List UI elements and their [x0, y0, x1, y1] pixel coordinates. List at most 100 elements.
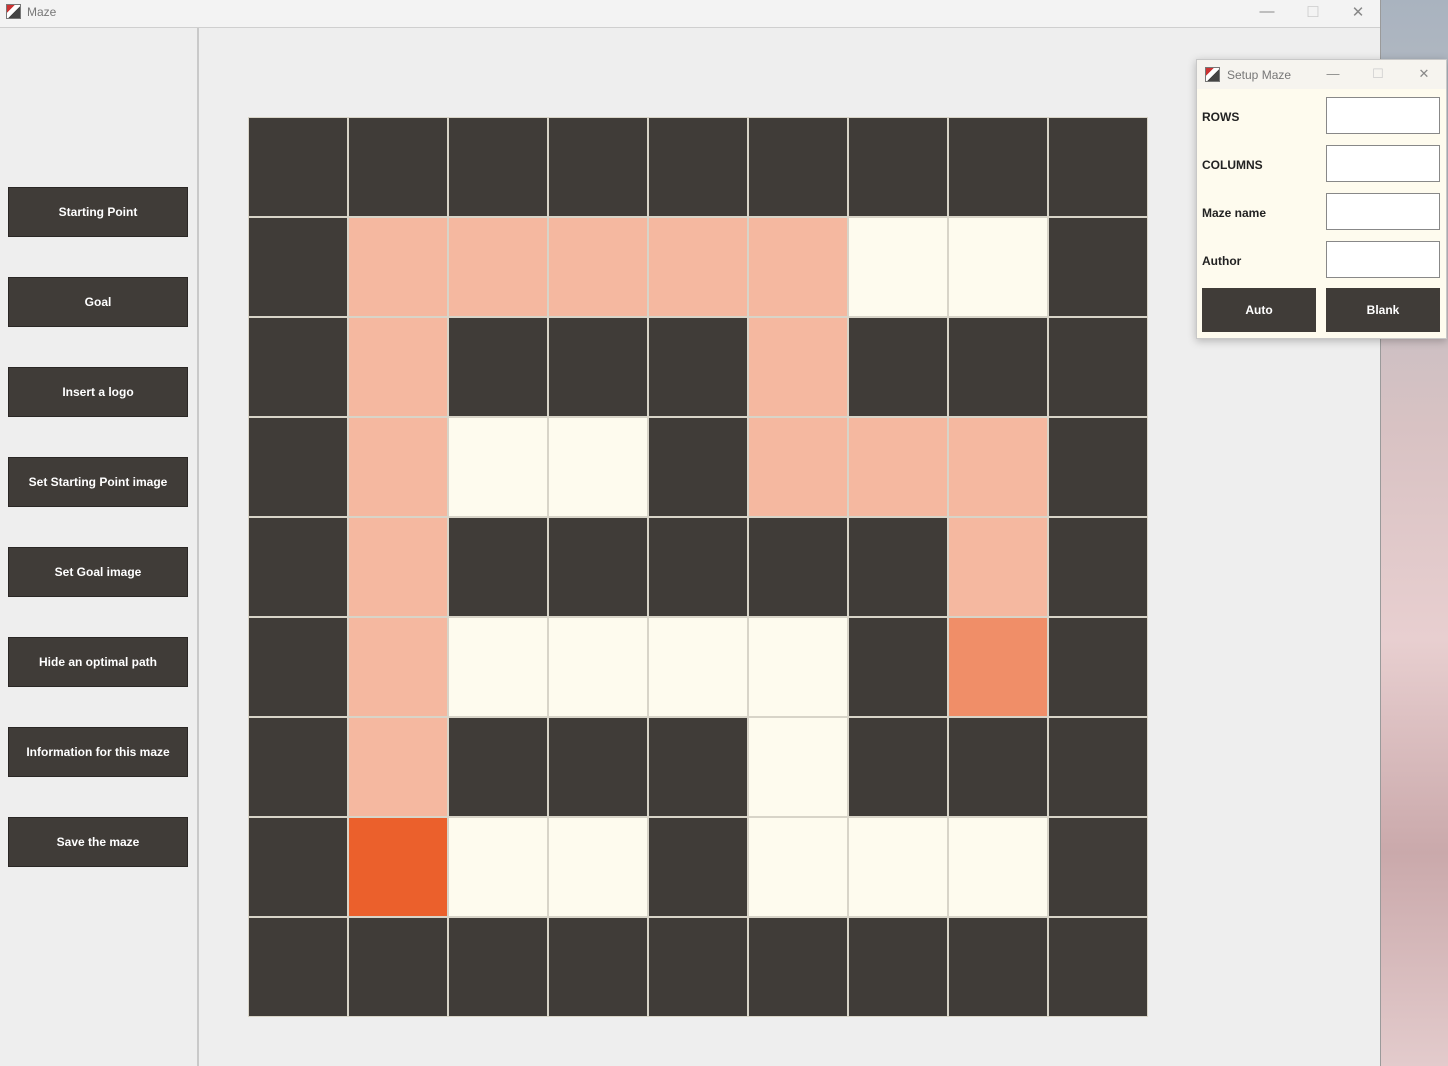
- maze-cell-path[interactable]: [348, 617, 448, 717]
- maze-cell-open[interactable]: [448, 817, 548, 917]
- maze-name-input[interactable]: [1326, 193, 1440, 230]
- maze-cell-wall[interactable]: [1048, 117, 1148, 217]
- maze-cell-wall[interactable]: [648, 517, 748, 617]
- maze-information-button[interactable]: Information for this maze: [8, 727, 188, 777]
- maze-cell-open[interactable]: [448, 617, 548, 717]
- maze-cell-path[interactable]: [748, 417, 848, 517]
- maze-cell-path[interactable]: [448, 217, 548, 317]
- maze-cell-open[interactable]: [548, 417, 648, 517]
- maze-cell-wall[interactable]: [1048, 217, 1148, 317]
- maze-cell-path[interactable]: [748, 317, 848, 417]
- maze-cell-wall[interactable]: [748, 117, 848, 217]
- goal-button[interactable]: Goal: [8, 277, 188, 327]
- maze-cell-wall[interactable]: [348, 917, 448, 1017]
- maze-cell-open[interactable]: [948, 817, 1048, 917]
- dialog-maximize-icon[interactable]: ☐: [1368, 66, 1388, 82]
- maze-cell-goal[interactable]: [948, 617, 1048, 717]
- maze-cell-wall[interactable]: [248, 617, 348, 717]
- maze-cell-open[interactable]: [748, 617, 848, 717]
- maze-cell-wall[interactable]: [1048, 617, 1148, 717]
- maze-cell-open[interactable]: [548, 617, 648, 717]
- maze-cell-wall[interactable]: [1048, 917, 1148, 1017]
- maze-cell-wall[interactable]: [248, 517, 348, 617]
- save-maze-button[interactable]: Save the maze: [8, 817, 188, 867]
- maze-cell-open[interactable]: [448, 417, 548, 517]
- maze-cell-wall[interactable]: [648, 717, 748, 817]
- maze-cell-path[interactable]: [348, 317, 448, 417]
- maze-cell-wall[interactable]: [648, 117, 748, 217]
- maze-cell-path[interactable]: [848, 417, 948, 517]
- maze-cell-wall[interactable]: [248, 317, 348, 417]
- author-input[interactable]: [1326, 241, 1440, 278]
- maze-cell-wall[interactable]: [1048, 817, 1148, 917]
- maze-cell-wall[interactable]: [548, 717, 648, 817]
- maze-cell-path[interactable]: [648, 217, 748, 317]
- maze-cell-open[interactable]: [948, 217, 1048, 317]
- maze-cell-wall[interactable]: [1048, 517, 1148, 617]
- maze-cell-wall[interactable]: [248, 117, 348, 217]
- set-starting-point-image-button[interactable]: Set Starting Point image: [8, 457, 188, 507]
- maze-cell-wall[interactable]: [648, 917, 748, 1017]
- maze-cell-wall[interactable]: [748, 517, 848, 617]
- auto-button[interactable]: Auto: [1202, 288, 1316, 332]
- maze-cell-path[interactable]: [348, 717, 448, 817]
- maze-cell-wall[interactable]: [948, 317, 1048, 417]
- maze-cell-wall[interactable]: [548, 117, 648, 217]
- maze-cell-wall[interactable]: [648, 817, 748, 917]
- maze-cell-path[interactable]: [948, 417, 1048, 517]
- maze-cell-wall[interactable]: [948, 917, 1048, 1017]
- insert-logo-button[interactable]: Insert a logo: [8, 367, 188, 417]
- maze-cell-wall[interactable]: [648, 317, 748, 417]
- maze-cell-wall[interactable]: [548, 917, 648, 1017]
- maze-cell-open[interactable]: [648, 617, 748, 717]
- maze-cell-open[interactable]: [748, 717, 848, 817]
- columns-input[interactable]: [1326, 145, 1440, 182]
- dialog-minimize-icon[interactable]: —: [1323, 66, 1343, 81]
- maze-cell-wall[interactable]: [948, 717, 1048, 817]
- minimize-icon[interactable]: —: [1257, 3, 1277, 20]
- maze-cell-wall[interactable]: [1048, 717, 1148, 817]
- maze-cell-path[interactable]: [348, 417, 448, 517]
- maze-cell-wall[interactable]: [848, 117, 948, 217]
- maze-cell-wall[interactable]: [1048, 317, 1148, 417]
- maze-cell-start[interactable]: [348, 817, 448, 917]
- maze-cell-wall[interactable]: [848, 717, 948, 817]
- maze-cell-wall[interactable]: [448, 717, 548, 817]
- maze-cell-wall[interactable]: [948, 117, 1048, 217]
- maze-cell-path[interactable]: [748, 217, 848, 317]
- maze-cell-wall[interactable]: [848, 317, 948, 417]
- maze-cell-wall[interactable]: [248, 917, 348, 1017]
- maze-cell-wall[interactable]: [448, 917, 548, 1017]
- maze-cell-wall[interactable]: [548, 517, 648, 617]
- hide-optimal-path-button[interactable]: Hide an optimal path: [8, 637, 188, 687]
- maze-cell-wall[interactable]: [848, 917, 948, 1017]
- maze-cell-path[interactable]: [548, 217, 648, 317]
- maze-cell-open[interactable]: [848, 817, 948, 917]
- maze-cell-wall[interactable]: [1048, 417, 1148, 517]
- maze-cell-wall[interactable]: [248, 717, 348, 817]
- maze-cell-wall[interactable]: [348, 117, 448, 217]
- maze-cell-path[interactable]: [948, 517, 1048, 617]
- close-icon[interactable]: ✕: [1348, 3, 1368, 21]
- maze-cell-wall[interactable]: [848, 617, 948, 717]
- maze-cell-path[interactable]: [348, 517, 448, 617]
- blank-button[interactable]: Blank: [1326, 288, 1440, 332]
- maze-cell-wall[interactable]: [648, 417, 748, 517]
- maze-cell-open[interactable]: [748, 817, 848, 917]
- maximize-icon[interactable]: ☐: [1303, 3, 1323, 21]
- maze-cell-wall[interactable]: [448, 517, 548, 617]
- maze-cell-open[interactable]: [848, 217, 948, 317]
- dialog-close-icon[interactable]: ✕: [1414, 66, 1434, 82]
- maze-cell-path[interactable]: [348, 217, 448, 317]
- maze-cell-open[interactable]: [548, 817, 648, 917]
- maze-cell-wall[interactable]: [548, 317, 648, 417]
- maze-cell-wall[interactable]: [248, 217, 348, 317]
- set-goal-image-button[interactable]: Set Goal image: [8, 547, 188, 597]
- maze-cell-wall[interactable]: [248, 417, 348, 517]
- maze-cell-wall[interactable]: [448, 317, 548, 417]
- starting-point-button[interactable]: Starting Point: [8, 187, 188, 237]
- maze-cell-wall[interactable]: [448, 117, 548, 217]
- maze-cell-wall[interactable]: [248, 817, 348, 917]
- maze-cell-wall[interactable]: [848, 517, 948, 617]
- maze-cell-wall[interactable]: [748, 917, 848, 1017]
